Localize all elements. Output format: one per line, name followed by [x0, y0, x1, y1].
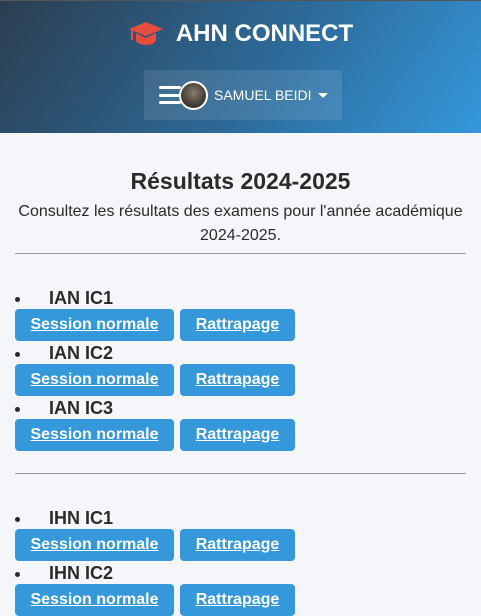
list-item: IAN IC2	[15, 342, 466, 364]
class-label: IAN IC1	[49, 288, 114, 308]
list-item: IHN IC2	[15, 562, 466, 584]
divider	[15, 253, 466, 254]
caret-down-icon	[317, 92, 328, 98]
user-menu[interactable]: SAMUEL BEIDI	[144, 70, 342, 120]
list-item: IAN IC3	[15, 397, 466, 419]
session-normale-button[interactable]: Session normale	[15, 309, 174, 341]
header: AHN CONNECT SAMUEL BEIDI	[0, 0, 481, 133]
main-content: Résultats 2024-2025 Consultez les résult…	[0, 167, 481, 616]
list-item: IAN IC1	[15, 287, 466, 309]
session-normale-button[interactable]: Session normale	[15, 364, 174, 396]
page-intro: Consultez les résultats des examens pour…	[18, 203, 463, 244]
session-normale-button[interactable]: Session normale	[15, 419, 174, 451]
list-item: IHN IC1	[15, 507, 466, 529]
rattrapage-button[interactable]: Rattrapage	[180, 529, 295, 561]
app-title: AHN CONNECT	[175, 20, 354, 47]
rattrapage-button[interactable]: Rattrapage	[180, 364, 295, 396]
results-group-ian: IAN IC1 Session normaleRattrapage IAN IC…	[15, 287, 466, 451]
graduation-cap-icon	[128, 22, 163, 45]
class-label: IAN IC2	[49, 343, 114, 363]
avatar	[179, 80, 208, 110]
class-label: IHN IC2	[49, 563, 114, 583]
rattrapage-button[interactable]: Rattrapage	[180, 419, 295, 451]
hamburger-menu-icon[interactable]	[159, 86, 181, 104]
rattrapage-button[interactable]: Rattrapage	[180, 584, 295, 616]
brand[interactable]: AHN CONNECT	[0, 20, 481, 48]
session-normale-button[interactable]: Session normale	[15, 529, 174, 561]
session-normale-button[interactable]: Session normale	[15, 584, 174, 616]
divider	[15, 473, 466, 474]
page-title: Résultats 2024-2025	[130, 168, 351, 194]
class-label: IHN IC1	[49, 508, 114, 528]
rattrapage-button[interactable]: Rattrapage	[180, 309, 295, 341]
results-group-ihn: IHN IC1 Session normaleRattrapage IHN IC…	[15, 507, 466, 616]
user-name: SAMUEL BEIDI	[214, 87, 312, 103]
class-label: IAN IC3	[49, 398, 114, 418]
